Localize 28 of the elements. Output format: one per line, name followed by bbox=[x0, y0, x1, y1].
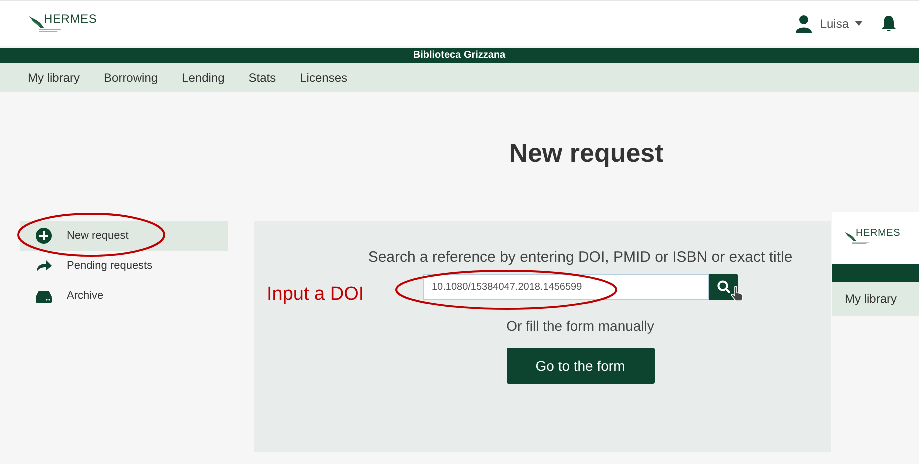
search-button[interactable] bbox=[709, 274, 738, 300]
form-button[interactable]: Go to the form bbox=[506, 348, 654, 384]
nav-link[interactable]: Licenses bbox=[300, 70, 348, 84]
page-title: New request bbox=[508, 138, 665, 168]
form-hint: Or fill the form manually bbox=[506, 318, 654, 334]
bell-icon bbox=[881, 14, 897, 32]
share-arrow-icon bbox=[36, 258, 52, 274]
hand-cursor-icon bbox=[731, 286, 745, 302]
nav-link[interactable]: Lending bbox=[182, 70, 225, 84]
sidebar-item[interactable]: New request bbox=[20, 221, 228, 251]
nav-link[interactable]: Stats bbox=[248, 70, 276, 84]
user-menu[interactable]: Luisa bbox=[820, 16, 863, 30]
user-icon bbox=[796, 14, 812, 32]
nav-link[interactable]: My library bbox=[845, 292, 898, 306]
logo-text: HERMES bbox=[44, 12, 98, 26]
plus-circle-icon bbox=[36, 228, 52, 244]
drive-icon bbox=[36, 288, 52, 304]
logo-text: HERMES bbox=[856, 228, 901, 239]
nav-link[interactable]: Borrowing bbox=[104, 70, 158, 84]
library-title: Biblioteca Grizzana bbox=[413, 50, 506, 61]
search-field[interactable]: 10.1080/15384047.2018.1456599 bbox=[423, 274, 709, 300]
search-icon bbox=[716, 280, 730, 294]
caret-icon bbox=[855, 21, 863, 26]
search-prompt: Search a reference by entering DOI, PMID or ISBN or exact title bbox=[368, 249, 793, 266]
sidebar-item[interactable]: Pending requests bbox=[20, 251, 228, 281]
nav-link[interactable]: My library bbox=[28, 70, 80, 84]
sidebar-item[interactable]: Archive bbox=[20, 281, 228, 311]
annotation-label: Input a DOI bbox=[267, 284, 364, 306]
